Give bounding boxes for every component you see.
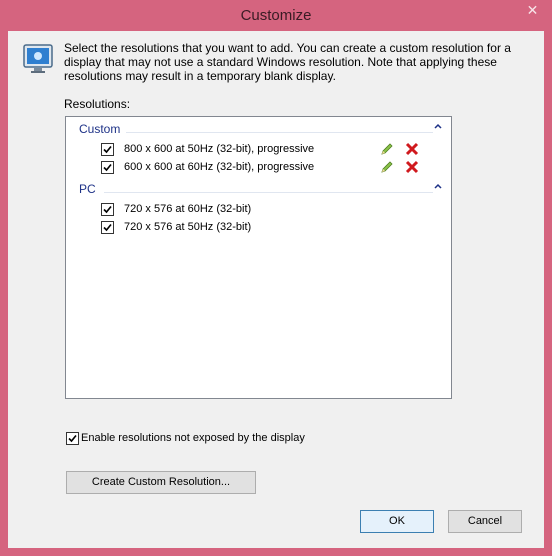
checkmark-icon xyxy=(103,223,112,232)
chevron-up-icon[interactable] xyxy=(433,181,443,191)
checkmark-icon xyxy=(103,163,112,172)
cancel-button[interactable]: Cancel xyxy=(448,510,522,533)
group-title: PC xyxy=(79,182,96,196)
resolutions-label: Resolutions: xyxy=(64,97,131,111)
checkbox[interactable] xyxy=(101,203,114,216)
customize-window: Customize ✕ Select the resolutions that … xyxy=(0,0,552,556)
checkmark-icon xyxy=(68,434,77,443)
group-header-pc[interactable]: PC xyxy=(66,181,451,201)
resolution-label: 800 x 600 at 50Hz (32-bit), progressive xyxy=(124,143,315,155)
display-settings-icon xyxy=(22,43,54,75)
list-item: 800 x 600 at 50Hz (32-bit), progressive xyxy=(66,141,451,159)
delete-icon[interactable] xyxy=(405,160,419,174)
group-title: Custom xyxy=(79,122,121,136)
close-icon: ✕ xyxy=(526,2,539,18)
checkmark-icon xyxy=(103,145,112,154)
window-title: Customize xyxy=(240,7,312,24)
ok-button[interactable]: OK xyxy=(360,510,434,533)
list-item: 720 x 576 at 50Hz (32-bit) xyxy=(66,219,451,237)
dialog-body: Select the resolutions that you want to … xyxy=(8,31,544,548)
title-bar: Customize ✕ xyxy=(0,0,552,30)
delete-icon[interactable] xyxy=(405,142,419,156)
checkbox[interactable] xyxy=(101,221,114,234)
checkbox[interactable] xyxy=(101,161,114,174)
pencil-edit-icon[interactable] xyxy=(380,160,394,174)
group-header-custom[interactable]: Custom xyxy=(66,121,451,141)
enable-resolutions-label[interactable]: Enable resolutions not exposed by the di… xyxy=(81,432,305,444)
pencil-edit-icon[interactable] xyxy=(380,142,394,156)
dialog-description: Select the resolutions that you want to … xyxy=(64,41,511,83)
group-divider xyxy=(126,132,433,133)
list-item: 720 x 576 at 60Hz (32-bit) xyxy=(66,201,451,219)
checkbox[interactable] xyxy=(101,143,114,156)
checkmark-icon xyxy=(103,205,112,214)
chevron-up-icon[interactable] xyxy=(433,121,443,131)
resolution-label: 720 x 576 at 50Hz (32-bit) xyxy=(124,221,252,233)
enable-resolutions-checkbox[interactable] xyxy=(66,432,79,445)
resolutions-list[interactable]: Custom 800 x 600 at 50Hz (32-bit), progr… xyxy=(65,116,452,399)
resolution-label: 720 x 576 at 60Hz (32-bit) xyxy=(124,203,252,215)
list-item: 600 x 600 at 60Hz (32-bit), progressive xyxy=(66,159,451,177)
group-divider xyxy=(104,192,433,193)
resolution-label: 600 x 600 at 60Hz (32-bit), progressive xyxy=(124,161,315,173)
close-button[interactable]: ✕ xyxy=(519,1,546,19)
create-custom-resolution-button[interactable]: Create Custom Resolution... xyxy=(66,471,256,494)
